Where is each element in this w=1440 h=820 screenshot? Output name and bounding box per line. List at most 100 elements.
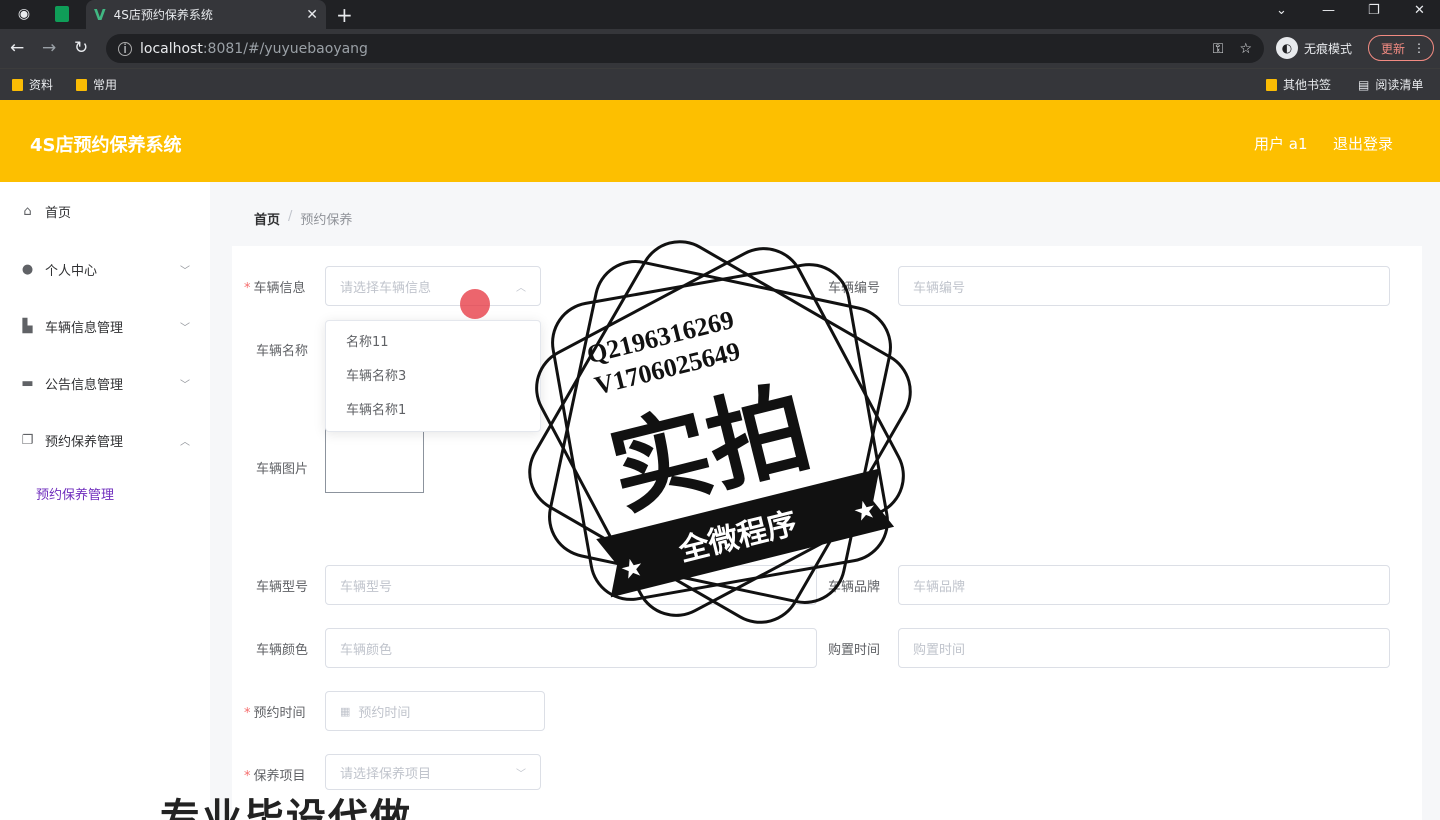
vehicle-color-placeholder: 车辆颜色	[340, 642, 393, 658]
breadcrumb-separator: /	[288, 209, 293, 224]
vehicle-name-label: 车辆名称	[256, 344, 309, 359]
address-bar: ← → ↻ i localhost:8081/#/yuyuebaoyang ⚿ …	[0, 29, 1440, 68]
sidebar: ⌂ 首页 ● 个人中心 ﹀ ▙ 车辆信息管理 ﹀ ▬ 公告信息管理 ﹀ ❐ 预约…	[0, 182, 210, 820]
browser-tab-active[interactable]: V 4S店预约保养系统 ✕	[86, 0, 326, 29]
sidebar-item-booking[interactable]: ❐ 预约保养管理 ︿	[20, 431, 190, 450]
purchase-time-input[interactable]: 购置时间	[898, 628, 1390, 668]
folder-icon	[76, 78, 87, 91]
chevron-down-icon: ﹀	[516, 768, 526, 780]
url-host: localhost	[140, 40, 203, 57]
tab-search-icon[interactable]: ⌄	[1276, 3, 1287, 18]
vehicle-brand-input[interactable]: 车辆品牌	[898, 565, 1390, 605]
user-icon: ●	[21, 262, 34, 277]
maintenance-item-select[interactable]: 请选择保养项目 ﹀	[325, 754, 541, 790]
sidebar-item-personal[interactable]: ● 个人中心 ﹀	[20, 260, 190, 279]
sidebar-item-home[interactable]: ⌂ 首页	[20, 202, 190, 221]
sidebar-item-vehicles[interactable]: ▙ 车辆信息管理 ﹀	[20, 317, 191, 336]
sidebar-item-label: 公告信息管理	[45, 378, 124, 393]
reading-list-icon: ▤	[1358, 77, 1370, 92]
watermark-stamp: Q2196316269 V1706025649 实拍 全微程序 ★ ★	[528, 240, 912, 624]
menu-dots-icon[interactable]: ⋮	[1413, 41, 1425, 55]
dropdown-option[interactable]: 名称11	[326, 326, 540, 360]
bookmark-label: 常用	[93, 78, 118, 92]
globe-icon[interactable]: ◉	[14, 4, 34, 24]
restore-icon[interactable]: ❐	[1368, 3, 1380, 18]
forward-icon[interactable]: →	[42, 38, 56, 58]
incognito-indicator[interactable]: ◐ 无痕模式	[1276, 37, 1352, 59]
copy-icon: ❐	[21, 433, 34, 448]
logout-link[interactable]: 退出登录	[1333, 133, 1393, 154]
reload-icon[interactable]: ↻	[74, 38, 88, 58]
user-label: 用户 a1	[1254, 135, 1308, 153]
chevron-down-icon: ﹀	[180, 323, 190, 334]
info-icon[interactable]: i	[118, 41, 132, 56]
sidebar-item-label: 车辆信息管理	[45, 321, 124, 336]
booking-time-placeholder: 预约时间	[358, 705, 411, 721]
chevron-up-icon: ︿	[180, 437, 190, 448]
maintenance-item-placeholder: 请选择保养项目	[340, 766, 432, 782]
breadcrumb-home[interactable]: 首页	[254, 209, 280, 228]
vehicle-color-label: 车辆颜色	[256, 643, 309, 658]
sidebar-item-label: 预约保养管理	[45, 435, 124, 450]
vehicle-brand-placeholder: 车辆品牌	[913, 579, 966, 595]
purchase-time-label: 购置时间	[828, 643, 881, 658]
vehicle-image-label: 车辆图片	[256, 462, 309, 477]
app-title: 4S店预约保养系统	[30, 135, 182, 156]
bookmark-label: 资料	[29, 78, 54, 92]
incognito-icon: ◐	[1276, 37, 1298, 59]
calendar-icon: ▦	[340, 704, 351, 718]
minimize-icon[interactable]: —	[1322, 3, 1335, 18]
update-button[interactable]: 更新 ⋮	[1368, 35, 1434, 61]
update-label: 更新	[1381, 41, 1406, 56]
breadcrumb-current: 预约保养	[300, 213, 353, 228]
bookmark-star-icon[interactable]: ☆	[1239, 41, 1252, 57]
promo-banner-text: 专业毕设代做	[160, 796, 412, 820]
booking-time-picker[interactable]: ▦ 预约时间	[325, 691, 545, 731]
vehicle-info-select[interactable]: 请选择车辆信息 ︿	[325, 266, 541, 306]
cursor-highlight	[460, 289, 490, 319]
vehicle-info-placeholder: 请选择车辆信息	[340, 280, 432, 296]
sidebar-item-notices[interactable]: ▬ 公告信息管理 ﹀	[20, 374, 190, 393]
vue-logo-icon: V	[94, 5, 106, 24]
browser-tab-bar: ◉ V 4S店预约保养系统 ✕ + ⌄ — ❐ ✕	[0, 0, 1440, 29]
car-icon: ▙	[22, 319, 33, 334]
chevron-down-icon: ﹀	[180, 380, 190, 391]
close-tab-icon[interactable]: ✕	[306, 7, 318, 23]
vehicle-image-upload[interactable]	[325, 425, 424, 493]
key-icon[interactable]: ⚿	[1213, 41, 1224, 57]
dropdown-option[interactable]: 车辆名称3	[326, 360, 540, 394]
sheets-icon[interactable]	[52, 4, 72, 24]
submenu-item-booking[interactable]: 预约保养管理	[36, 484, 114, 503]
back-icon[interactable]: ←	[10, 38, 24, 58]
chevron-down-icon: ﹀	[180, 266, 190, 277]
url-path: :8081/#/yuyuebaoyang	[202, 40, 368, 57]
folder-icon	[12, 78, 23, 91]
vehicle-info-label: * 车辆信息	[244, 281, 306, 296]
home-icon: ⌂	[23, 204, 32, 219]
reading-list[interactable]: ▤ 阅读清单	[1358, 76, 1423, 93]
sidebar-item-label: 个人中心	[45, 264, 98, 279]
vehicle-no-input[interactable]: 车辆编号	[898, 266, 1390, 306]
bookmark-folder-changyong[interactable]: 常用	[76, 76, 117, 93]
new-tab-icon[interactable]: +	[336, 3, 353, 27]
purchase-time-placeholder: 购置时间	[913, 642, 966, 658]
dropdown-option[interactable]: 车辆名称1	[326, 394, 540, 428]
url-input[interactable]: i localhost:8081/#/yuyuebaoyang ⚿ ☆	[106, 34, 1264, 63]
other-bookmarks[interactable]: 其他书签	[1266, 76, 1331, 93]
incognito-label: 无痕模式	[1304, 41, 1353, 56]
bookmarks-bar: 资料 常用 其他书签 ▤ 阅读清单	[0, 68, 1440, 100]
sidebar-item-label: 首页	[45, 206, 72, 221]
maintenance-item-label: * 保养项目	[244, 769, 306, 784]
vehicle-color-input[interactable]: 车辆颜色	[325, 628, 817, 668]
vehicle-no-placeholder: 车辆编号	[913, 280, 966, 296]
tab-title: 4S店预约保养系统	[113, 8, 213, 22]
vehicle-model-label: 车辆型号	[256, 580, 309, 595]
bookmark-folder-ziliao[interactable]: 资料	[12, 76, 53, 93]
vehicle-info-dropdown: 名称11 车辆名称3 车辆名称1	[325, 320, 541, 432]
breadcrumb: 首页 / 预约保养	[254, 209, 352, 228]
reading-list-label: 阅读清单	[1375, 78, 1424, 92]
vehicle-model-placeholder: 车辆型号	[340, 579, 393, 595]
close-window-icon[interactable]: ✕	[1414, 3, 1425, 18]
folder-icon	[1266, 78, 1277, 91]
other-bookmarks-label: 其他书签	[1283, 78, 1332, 92]
